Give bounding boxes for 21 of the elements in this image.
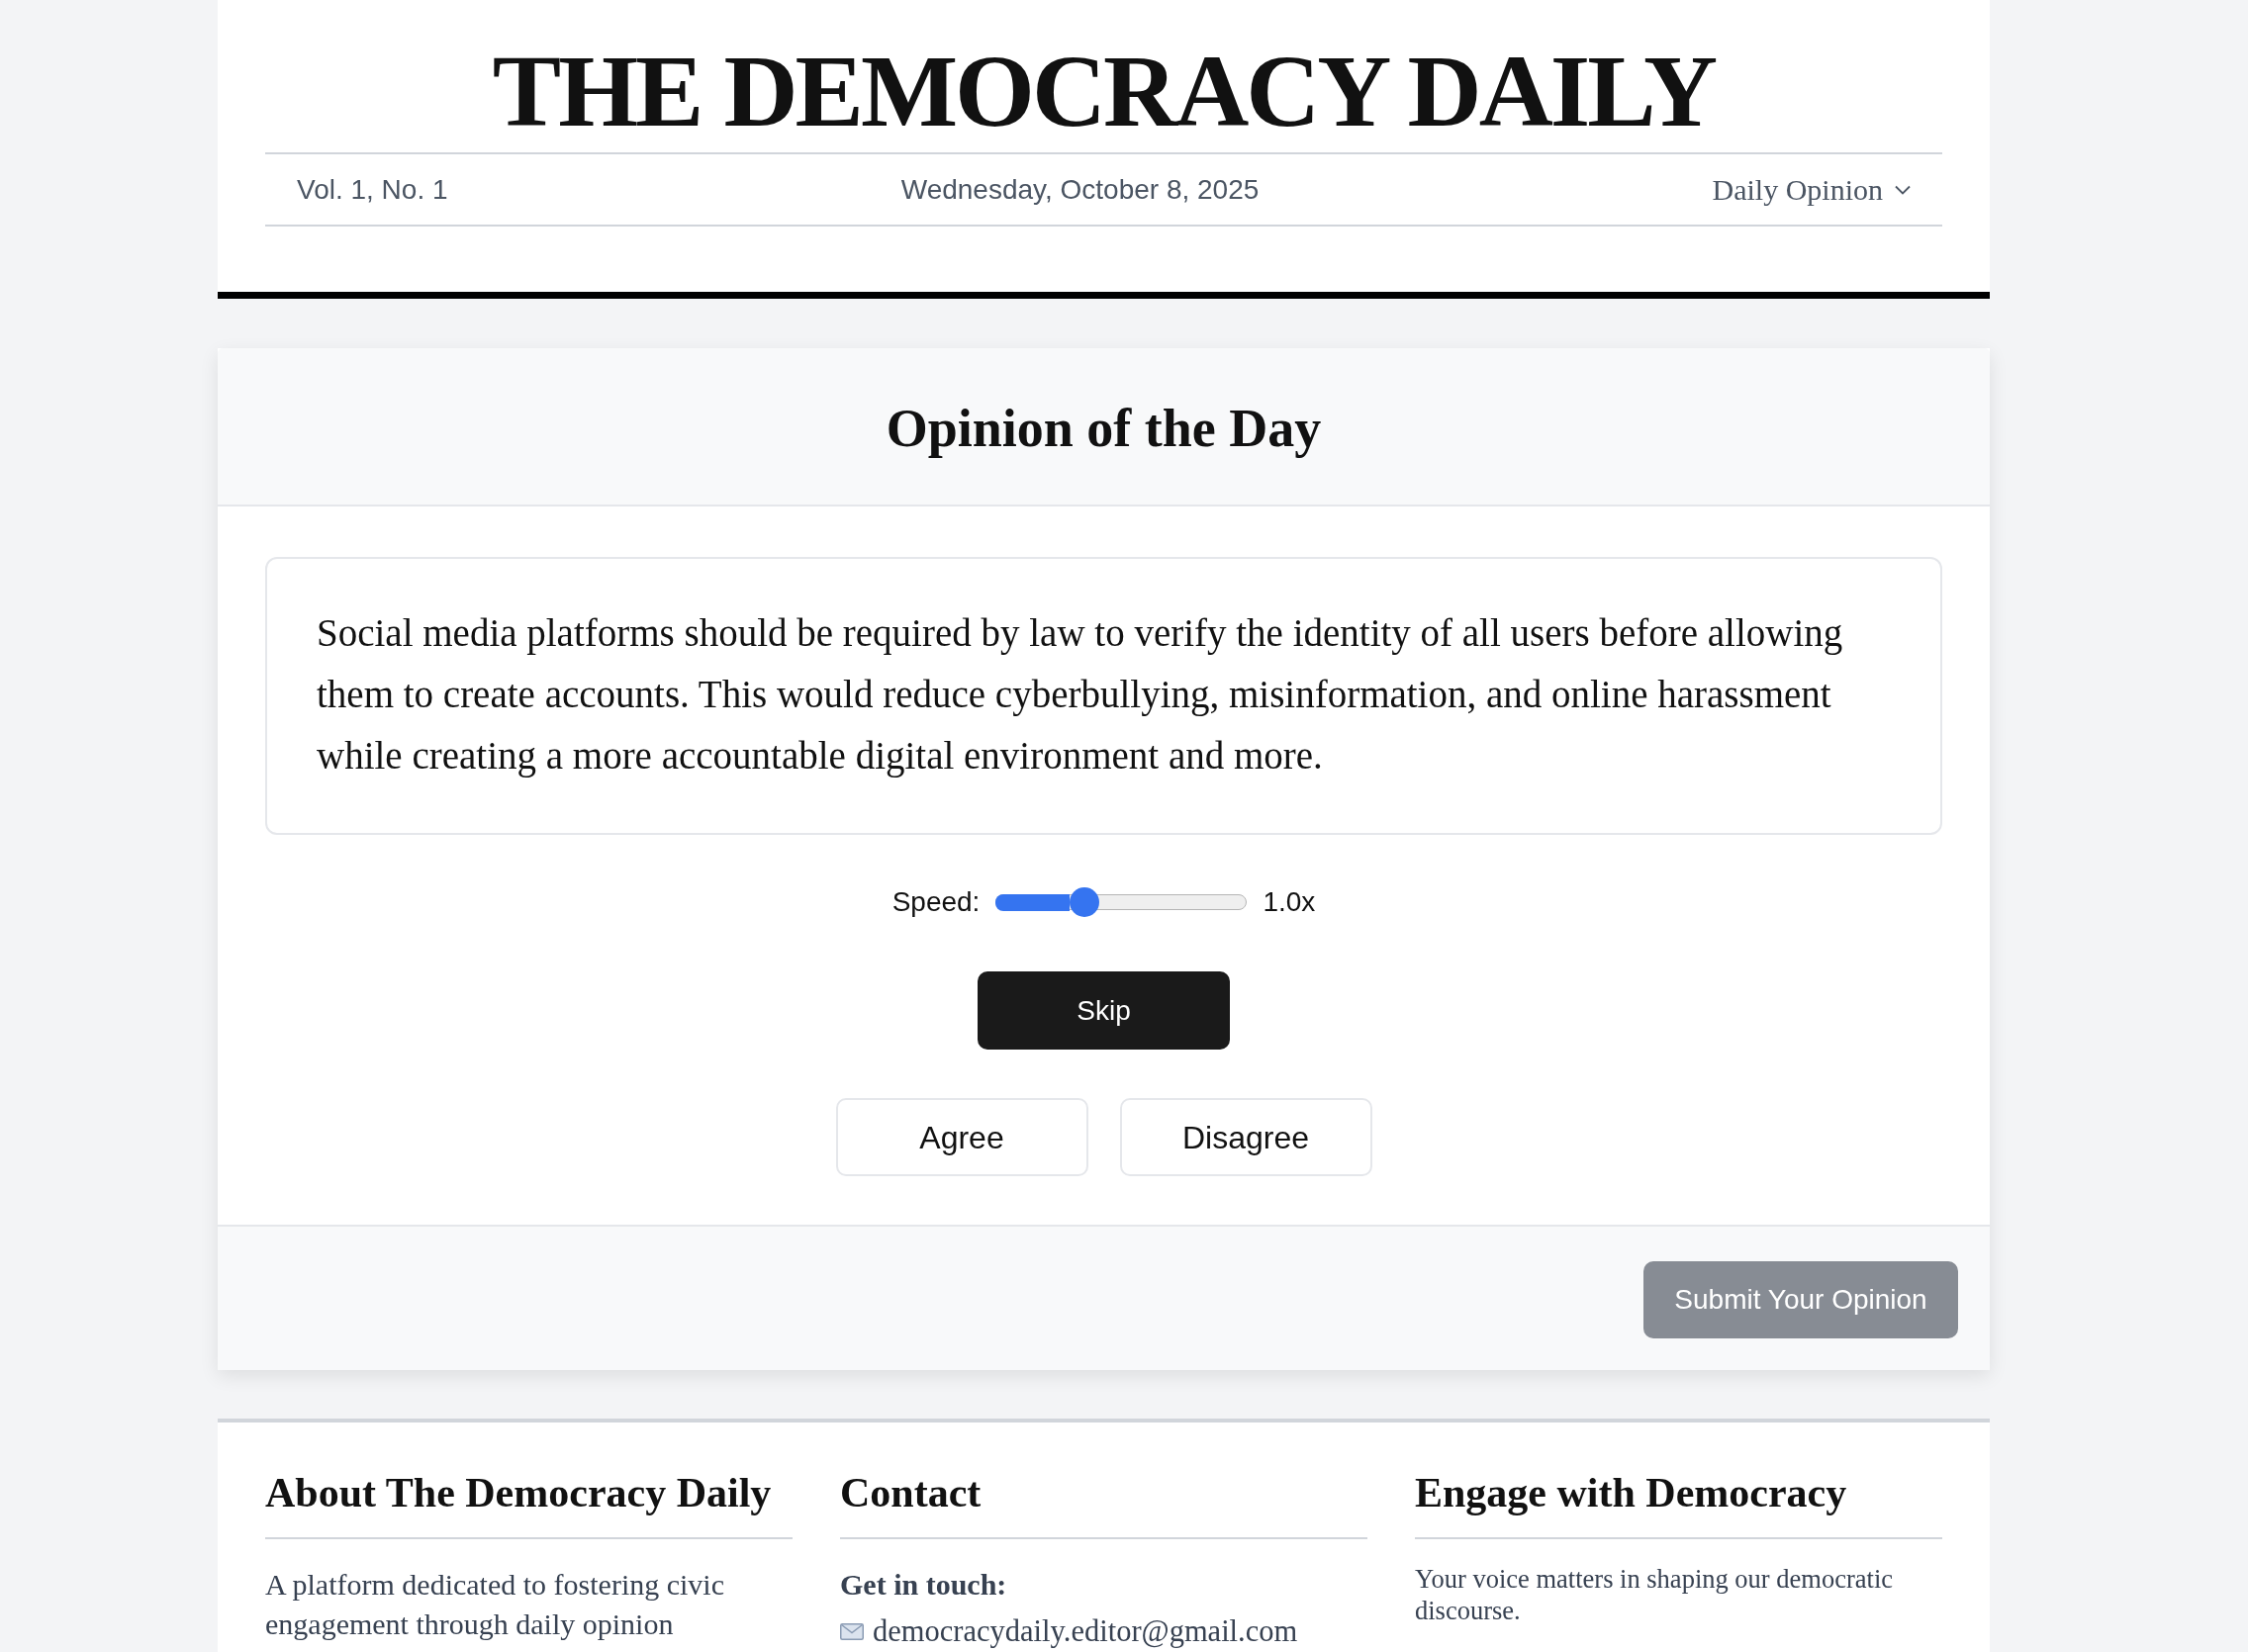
newspaper-title: THE DEMOCRACY DAILY xyxy=(491,33,1717,142)
footer-heading: Contact xyxy=(840,1469,1367,1539)
footer-text: Your voice matters in shaping our democratic discourse. xyxy=(1415,1563,1895,1626)
chevron-down-icon xyxy=(1895,184,1911,195)
section-dropdown[interactable]: Daily Opinion xyxy=(1712,167,1911,212)
volume-number: Vol. 1, No. 1 xyxy=(297,172,448,207)
issue-date: Wednesday, October 8, 2025 xyxy=(900,172,1260,207)
card-title: Opinion of the Day xyxy=(886,397,1322,460)
email-address: democracydaily.editor@gmail.com xyxy=(873,1616,1298,1646)
envelope-icon xyxy=(840,1622,864,1640)
opinion-statement: Social media platforms should be required by law to verify the identity of all users before allowing them to create accounts. This would reduce cyberbullying, misinformation, and online harassment while creating a more accountable digital environment and more. xyxy=(265,557,1942,835)
speed-reading: 1.0x xyxy=(1263,885,1316,919)
vote-button[interactable]: Agree xyxy=(835,1098,1088,1176)
vote-button[interactable]: Disagree xyxy=(1119,1098,1372,1176)
footer-heading: Engage with Democracy xyxy=(1415,1469,1942,1539)
footer-heading: About The Democracy Daily xyxy=(265,1469,793,1539)
contact-subheading: Get in touch: xyxy=(840,1567,1008,1603)
speed-label: Speed: xyxy=(891,885,981,919)
slider-thumb[interactable] xyxy=(1069,887,1099,917)
skip-button[interactable]: Skip xyxy=(978,971,1230,1050)
footer-text: A platform dedicated to fostering civic engagement through daily opinion xyxy=(265,1567,726,1642)
